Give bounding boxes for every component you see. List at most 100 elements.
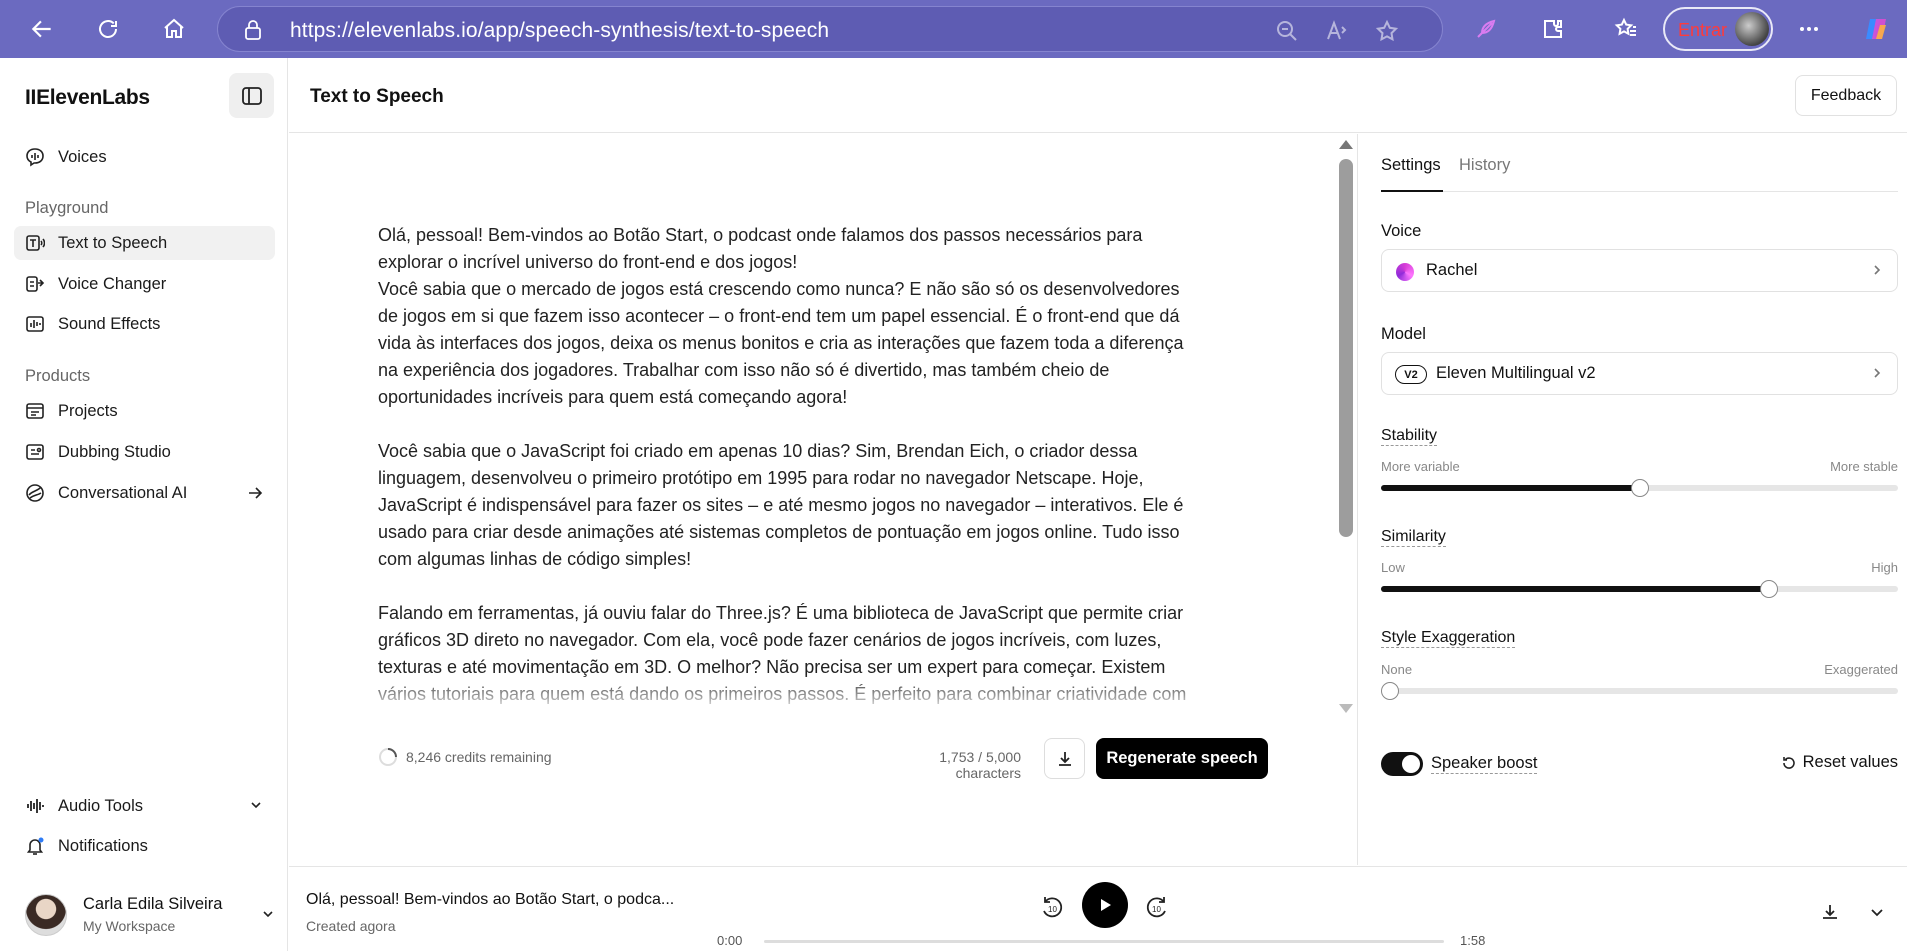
- tab-history[interactable]: History: [1459, 156, 1510, 192]
- similarity-slider-handle[interactable]: [1759, 580, 1778, 598]
- sidebar: IIElevenLabs Voices Playground Text to S…: [0, 58, 288, 951]
- stability-slider-fill: [1381, 485, 1640, 491]
- workspace-name: My Workspace: [83, 918, 176, 934]
- reset-icon: [1782, 756, 1795, 769]
- sidebar-item-voices[interactable]: Voices: [14, 140, 275, 174]
- similarity-max-label: High: [1871, 560, 1898, 575]
- user-menu[interactable]: Carla Edila Silveira My Workspace: [25, 891, 275, 941]
- sidebar-item-dubbing-studio[interactable]: Dubbing Studio: [14, 435, 275, 469]
- forward-10-icon[interactable]: 10: [1144, 894, 1170, 920]
- model-value: Eleven Multilingual v2: [1436, 364, 1596, 382]
- play-button[interactable]: [1082, 882, 1128, 928]
- projects-icon: [24, 400, 46, 422]
- bell-icon: [24, 835, 46, 857]
- speaker-boost-toggle[interactable]: [1381, 752, 1423, 776]
- collapse-player-chevron-icon[interactable]: [1869, 904, 1885, 920]
- address-bar[interactable]: https://elevenlabs.io/app/speech-synthes…: [217, 6, 1443, 52]
- arrow-right-icon: [247, 485, 263, 501]
- reload-icon[interactable]: [92, 13, 124, 45]
- similarity-label: Similarity: [1381, 528, 1446, 547]
- sidebar-item-label: Notifications: [58, 836, 148, 855]
- sidebar-item-voice-changer[interactable]: Voice Changer: [14, 267, 275, 301]
- credits-ring-icon: [378, 747, 398, 767]
- settings-tabs: Settings History: [1381, 156, 1898, 192]
- sidebar-item-audio-tools[interactable]: Audio Tools: [14, 789, 275, 823]
- sidebar-item-label: Voices: [58, 147, 107, 166]
- text-to-speech-icon: [24, 232, 46, 254]
- stability-slider[interactable]: [1381, 479, 1898, 497]
- style-exaggeration-max-label: Exaggerated: [1824, 662, 1898, 677]
- reset-values-button[interactable]: Reset values: [1781, 753, 1898, 772]
- sidebar-item-conversational-ai[interactable]: Conversational AI: [14, 476, 275, 510]
- extension-feather-icon[interactable]: [1470, 13, 1502, 45]
- favorites-icon[interactable]: [1610, 13, 1642, 45]
- sidebar-item-notifications[interactable]: Notifications: [14, 829, 275, 863]
- sidebar-item-sound-effects[interactable]: Sound Effects: [14, 307, 275, 341]
- back-icon[interactable]: [26, 13, 58, 45]
- elevenlabs-logo[interactable]: IIElevenLabs: [25, 86, 150, 110]
- rewind-10-icon[interactable]: 10: [1039, 894, 1065, 920]
- extensions-icon[interactable]: [1537, 13, 1569, 45]
- svg-text:10: 10: [1048, 905, 1057, 914]
- similarity-slider-fill: [1381, 586, 1769, 592]
- url-text[interactable]: https://elevenlabs.io/app/speech-synthes…: [290, 19, 829, 43]
- voices-icon: [24, 146, 46, 168]
- settings-panel: Settings History Voice Rachel Model V2 E…: [1359, 134, 1907, 865]
- style-exaggeration-label: Style Exaggeration: [1381, 629, 1516, 648]
- collapse-sidebar-button[interactable]: [229, 73, 274, 118]
- progress-bar[interactable]: [764, 940, 1444, 943]
- similarity-min-label: Low: [1381, 560, 1405, 575]
- chevron-down-icon: [249, 798, 263, 812]
- download-icon: [1058, 751, 1071, 766]
- sidebar-item-label: Projects: [58, 401, 118, 420]
- page-header: Text to Speech Feedback: [289, 58, 1907, 133]
- tab-settings[interactable]: Settings: [1381, 156, 1443, 192]
- avatar: [25, 894, 67, 936]
- text-input[interactable]: Olá, pessoal! Bem-vindos ao Botão Start,…: [378, 222, 1258, 708]
- toggle-knob: [1402, 755, 1420, 773]
- credits-indicator: 8,246 credits remaining: [378, 747, 552, 767]
- sidebar-item-label: Audio Tools: [58, 796, 144, 815]
- feedback-button[interactable]: Feedback: [1795, 75, 1897, 116]
- voice-select[interactable]: Rachel: [1381, 249, 1898, 292]
- scroll-up-arrow-icon[interactable]: [1339, 140, 1353, 149]
- stability-label: Stability: [1381, 427, 1438, 446]
- favorite-star-icon[interactable]: [1375, 19, 1399, 43]
- stability-slider-handle[interactable]: [1630, 479, 1649, 497]
- download-button[interactable]: [1044, 738, 1085, 779]
- model-select[interactable]: V2 Eleven Multilingual v2: [1381, 352, 1898, 395]
- conversational-icon: [24, 482, 46, 504]
- chevron-right-icon: [1871, 264, 1883, 276]
- style-exaggeration-slider[interactable]: [1381, 682, 1898, 700]
- style-exaggeration-slider-handle[interactable]: [1381, 682, 1399, 700]
- sidebar-item-label: Dubbing Studio: [58, 442, 171, 461]
- speaker-boost-label: Speaker boost: [1431, 754, 1538, 774]
- player-download-icon[interactable]: [1820, 902, 1840, 922]
- browser-toolbar: https://elevenlabs.io/app/speech-synthes…: [0, 0, 1907, 58]
- sidebar-item-text-to-speech[interactable]: Text to Speech: [14, 226, 275, 260]
- audio-tools-icon: [24, 795, 46, 817]
- profile-signin-button[interactable]: Entrar: [1663, 7, 1773, 51]
- regenerate-speech-button[interactable]: Regenerate speech: [1096, 738, 1268, 779]
- sidebar-item-label: Conversational AI: [58, 483, 188, 502]
- zoom-out-icon[interactable]: [1275, 19, 1299, 43]
- stability-max-label: More stable: [1830, 459, 1898, 474]
- scroll-down-arrow-icon[interactable]: [1339, 704, 1353, 713]
- voice-label: Voice: [1381, 222, 1422, 240]
- audio-player: Olá, pessoal! Bem-vindos ao Botão Start,…: [289, 866, 1907, 951]
- text-fade-overlay: [378, 674, 1258, 714]
- current-time: 0:00: [717, 933, 743, 948]
- lock-icon[interactable]: [244, 20, 262, 40]
- more-options-icon[interactable]: [1793, 13, 1825, 45]
- copilot-icon[interactable]: [1860, 13, 1892, 45]
- sidebar-item-projects[interactable]: Projects: [14, 394, 275, 428]
- scrollbar-thumb[interactable]: [1339, 159, 1353, 537]
- sidebar-item-label: Text to Speech: [58, 233, 168, 252]
- home-icon[interactable]: [158, 13, 190, 45]
- dubbing-icon: [24, 441, 46, 463]
- stability-min-label: More variable: [1381, 459, 1460, 474]
- model-label: Model: [1381, 325, 1426, 343]
- read-aloud-icon[interactable]: [1325, 19, 1349, 43]
- similarity-slider[interactable]: [1381, 580, 1898, 598]
- play-icon: [1101, 899, 1111, 911]
